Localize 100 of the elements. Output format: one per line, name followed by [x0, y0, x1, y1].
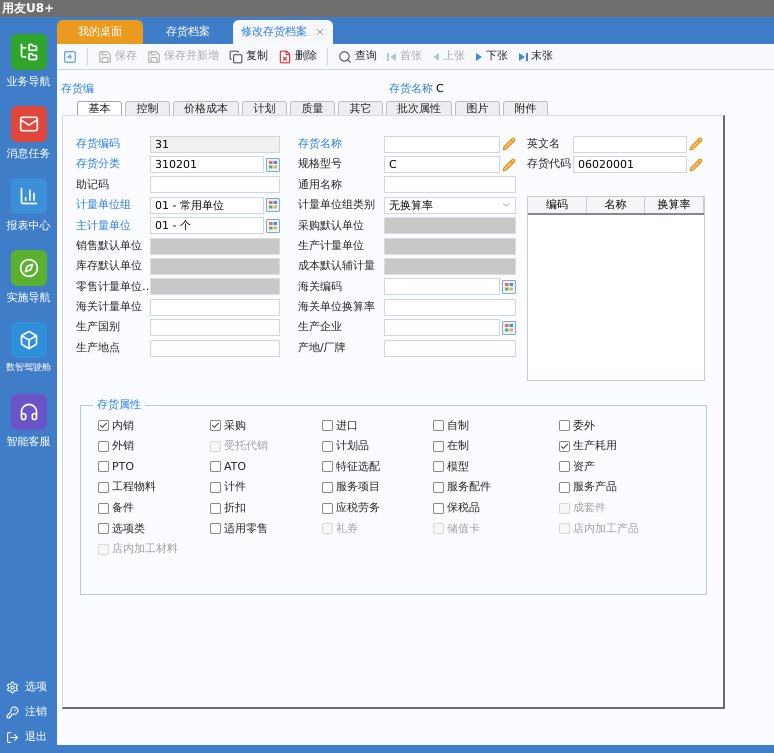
close-icon[interactable] [315, 27, 325, 37]
tab[interactable]: 存货档案 [145, 20, 231, 44]
footer-link[interactable]: 选项 [25, 679, 47, 696]
checkbox[interactable] [322, 502, 333, 514]
form-tab[interactable]: 价格成本 [173, 101, 239, 115]
checkbox-label[interactable]: 生产耗用 [573, 438, 617, 455]
nav-tile[interactable] [10, 34, 46, 70]
pencil-icon[interactable] [689, 137, 703, 152]
toolbar-button[interactable]: 复制 [229, 48, 268, 65]
checkbox-label[interactable]: 采购 [224, 418, 246, 434]
reference-field[interactable]: 310201 [150, 156, 264, 174]
checkbox[interactable] [210, 482, 221, 494]
checkbox[interactable] [322, 482, 333, 494]
toolbar-button[interactable]: 下张 [475, 48, 508, 65]
checkbox[interactable] [433, 482, 444, 494]
checkbox-label[interactable]: 模型 [447, 458, 469, 476]
input-field[interactable] [150, 319, 280, 336]
reference-icon[interactable] [266, 198, 280, 212]
form-tab[interactable]: 基本 [77, 101, 122, 115]
checkbox-label[interactable]: 内销 [112, 418, 134, 434]
checkbox-label[interactable]: 计件 [224, 479, 246, 496]
toolbar-button[interactable]: 查询 [338, 48, 377, 65]
pencil-icon[interactable] [502, 158, 516, 172]
checkbox-label[interactable]: 服务产品 [573, 479, 617, 496]
form-tab[interactable]: 批次属性 [386, 101, 452, 115]
checkbox[interactable] [210, 461, 221, 472]
nav-tile[interactable] [10, 322, 46, 358]
checkbox[interactable] [322, 461, 333, 472]
checkbox-label[interactable]: 应税劳务 [336, 500, 380, 516]
checkbox-label[interactable]: 外销 [112, 438, 134, 455]
form-tab[interactable]: 计划 [242, 101, 287, 115]
checkbox-label[interactable]: ATO [224, 458, 246, 476]
nav-tile[interactable] [10, 178, 46, 214]
input-field[interactable] [384, 298, 516, 316]
reference-field[interactable]: 01 - 常用单位 [150, 196, 264, 214]
checkbox[interactable] [322, 440, 333, 452]
checkbox-label[interactable]: 计划品 [336, 438, 369, 455]
reference-icon[interactable] [502, 280, 516, 294]
form-tab[interactable]: 控制 [125, 101, 170, 115]
dropdown[interactable]: 无换算率 [384, 196, 516, 214]
checkbox-label[interactable]: 服务项目 [336, 479, 380, 496]
column-header[interactable]: 名称 [586, 196, 646, 213]
input-field[interactable] [384, 340, 516, 357]
input-field[interactable] [150, 176, 280, 194]
input-field[interactable] [384, 136, 500, 153]
checkbox[interactable] [98, 523, 109, 534]
nav-label[interactable]: 数智驾驶舱 [6, 362, 51, 376]
nav-label[interactable]: 报表中心 [6, 218, 50, 234]
input-field[interactable] [573, 136, 687, 153]
checkbox-label[interactable]: 委外 [573, 418, 595, 434]
reference-icon[interactable] [266, 158, 280, 172]
checkbox-label[interactable]: 折扣 [224, 500, 246, 516]
checkbox[interactable] [98, 482, 109, 494]
nav-label[interactable]: 实施导航 [6, 290, 50, 306]
column-header[interactable]: 编码 [528, 196, 587, 213]
checkbox[interactable] [322, 420, 333, 432]
form-tab[interactable]: 图片 [455, 101, 500, 115]
nav-label[interactable]: 消息任务 [6, 146, 50, 162]
checkbox[interactable] [559, 461, 570, 472]
nav-tile[interactable] [10, 106, 46, 142]
checkbox[interactable] [433, 420, 444, 432]
checkbox[interactable] [210, 502, 221, 514]
checkbox[interactable] [210, 420, 221, 432]
reference-icon[interactable] [502, 320, 516, 335]
checkbox[interactable] [210, 523, 221, 534]
checkbox[interactable] [559, 440, 570, 452]
form-tab[interactable]: 其它 [338, 101, 383, 115]
nav-tile[interactable] [10, 250, 46, 286]
toolbar-button[interactable]: 末张 [518, 48, 553, 65]
footer-link[interactable]: 退出 [25, 729, 47, 746]
input-field[interactable] [150, 340, 280, 357]
pencil-icon[interactable] [689, 158, 703, 172]
checkbox[interactable] [433, 502, 444, 514]
reference-field[interactable] [384, 278, 500, 296]
checkbox[interactable] [559, 482, 570, 494]
checkbox-label[interactable]: PTO [112, 458, 134, 476]
checkbox[interactable] [98, 502, 109, 514]
checkbox-label[interactable]: 特征选配 [336, 458, 380, 476]
nav-tile[interactable] [10, 394, 46, 430]
checkbox-label[interactable]: 备件 [112, 500, 134, 516]
footer-link[interactable]: 注销 [25, 704, 47, 721]
reference-field[interactable] [384, 319, 500, 336]
checkbox-label[interactable]: 在制 [447, 438, 469, 455]
input-field[interactable]: 06020001 [573, 156, 687, 174]
checkbox-label[interactable]: 适用零售 [224, 520, 268, 537]
form-tab[interactable]: 质量 [290, 101, 335, 115]
checkbox[interactable] [98, 420, 109, 432]
reference-icon[interactable] [266, 218, 280, 233]
input-field[interactable]: C [384, 156, 500, 174]
tab[interactable]: 修改存货档案 [233, 20, 333, 44]
checkbox-label[interactable]: 服务配件 [447, 479, 491, 496]
checkbox-label[interactable]: 保税品 [447, 500, 480, 516]
checkbox-label[interactable]: 进口 [336, 418, 358, 434]
column-header[interactable]: 换算率 [645, 196, 704, 213]
checkbox-label[interactable]: 选项类 [112, 520, 145, 537]
checkbox[interactable] [559, 420, 570, 432]
checkbox-label[interactable]: 工程物料 [112, 479, 156, 496]
input-field[interactable] [384, 176, 516, 194]
reference-field[interactable]: 01 - 个 [150, 217, 264, 234]
checkbox-label[interactable]: 资产 [573, 458, 595, 476]
